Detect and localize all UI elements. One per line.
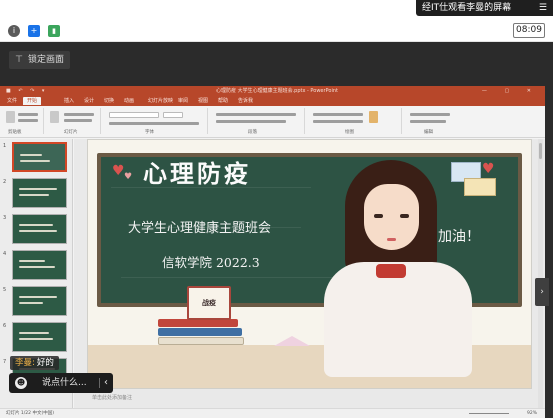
slide-card-badge: 战疫 (187, 286, 231, 320)
menu-icon[interactable]: ☰ (539, 0, 547, 16)
quick-access-icons[interactable]: ■ ↶ ↷ ▾ (6, 86, 47, 96)
ribbon-group-label: 字体 (145, 130, 154, 135)
signal-icon[interactable]: ▮ (48, 25, 60, 37)
illustration-shirt (324, 262, 472, 377)
slide-side-text: 加油！ (438, 229, 480, 245)
ppt-tab-home[interactable]: 开始 (23, 97, 42, 105)
slide-thumbnail[interactable] (12, 322, 67, 352)
thumb-number: 4 (3, 251, 7, 257)
ppt-ribbon: 剪贴板 幻灯片 字体 段落 绘图 编辑 (0, 106, 545, 138)
chevron-left-icon[interactable]: ‹ (104, 373, 108, 393)
ribbon-group-label: 编辑 (424, 130, 433, 135)
status-row: i + ▮ 08:09 (0, 20, 553, 42)
paste-icon[interactable] (6, 111, 15, 123)
heart-icon: ♥ (482, 161, 495, 177)
paper-plane-icon (274, 336, 310, 346)
arrange-icon[interactable] (369, 111, 378, 123)
ppt-tab-transitions[interactable]: 切换 (104, 97, 114, 105)
ribbon-group-label: 段落 (248, 130, 257, 135)
new-slide-icon[interactable] (50, 111, 59, 123)
chat-input-placeholder[interactable]: 说点什么... (42, 373, 87, 393)
ppt-ribbon-tabs: 文件 开始 插入 设计 切换 动画 幻灯片放映 审阅 视图 帮助 告诉我 (0, 96, 545, 106)
slide-thumbnail[interactable] (12, 286, 67, 316)
emoji-icon[interactable]: ☻ (15, 377, 27, 389)
top-bar: 经IT仕观看李曼的屏幕 ☰ (0, 0, 553, 20)
slide-thumbnail[interactable] (12, 214, 67, 244)
powerpoint-window: ■ ↶ ↷ ▾ 心理防疫 大学生心理健康主题班会.pptx - PowerPoi… (0, 86, 545, 418)
slide-subtitle: 大学生心理健康主题班会 (128, 221, 272, 236)
ppt-tab-animations[interactable]: 动画 (124, 97, 134, 105)
chat-sender: 李曼: (15, 358, 35, 368)
time-display: 08:09 (513, 23, 545, 38)
screen-share-notice: 经IT仕观看李曼的屏幕 ☰ (416, 0, 553, 16)
window-controls[interactable]: — ▢ ✕ (482, 86, 539, 96)
screen-share-notice-text: 经IT仕观看李曼的屏幕 (422, 3, 512, 13)
ppt-window-title: 心理防疫 大学生心理健康主题班会.pptx - PowerPoint (216, 88, 338, 94)
slide-thumbnail[interactable] (12, 178, 67, 208)
slide-thumbnail[interactable] (12, 250, 67, 280)
expand-panel-button[interactable]: › (535, 278, 549, 306)
pin-icon: ⊤ (15, 55, 23, 65)
heart-icon: ♥ (124, 172, 133, 182)
illustration-eye (374, 214, 383, 218)
ppt-tab-design[interactable]: 设计 (84, 97, 94, 105)
ribbon-group-label: 幻灯片 (64, 130, 78, 135)
ribbon-group-font: 字体 (103, 108, 208, 135)
heart-icon: ♥ (112, 163, 125, 179)
meeting-area: ⊤ 锁定画面 ■ ↶ ↷ ▾ 心理防疫 大学生心理健康主题班会.pptx - Po… (0, 42, 553, 418)
thumb-number: 6 (3, 323, 7, 329)
thumb-number: 7 (3, 359, 7, 365)
thumb-number: 1 (3, 143, 7, 149)
vertical-scrollbar[interactable] (538, 139, 543, 408)
chat-last-message: 李曼: 好的 (10, 356, 59, 370)
ribbon-group-paragraph: 段落 (210, 108, 305, 135)
ppt-tab-help[interactable]: 帮助 (218, 97, 228, 105)
slide-org-date: 信软学院 2022.3 (162, 255, 260, 270)
ppt-tab-review[interactable]: 审阅 (178, 97, 188, 105)
screen: 经IT仕观看李曼的屏幕 ☰ i + ▮ 08:09 ⊤ 锁定画面 ■ ↶ ↷ ▾ … (0, 0, 553, 418)
current-slide[interactable]: ♥ ♥ ♥ 心理防疫 大学生心理健康主题班会 信软学院 2022.3 加油！ 战… (87, 139, 532, 389)
illustration-mouth (387, 238, 396, 241)
illustration-books (158, 317, 244, 347)
zoom-slider[interactable] (469, 413, 509, 414)
decorative-panel (464, 178, 496, 196)
chat-message-text: 好的 (36, 358, 54, 368)
ppt-title-bar: ■ ↶ ↷ ▾ 心理防疫 大学生心理健康主题班会.pptx - PowerPoi… (0, 86, 545, 96)
thumb-number: 3 (3, 215, 7, 221)
ribbon-group-slides: 幻灯片 (46, 108, 101, 135)
ribbon-group-clipboard: 剪贴板 (2, 108, 44, 135)
ppt-tab-view[interactable]: 视图 (198, 97, 208, 105)
ribbon-group-drawing: 绘图 (307, 108, 402, 135)
ribbon-group-label: 绘图 (345, 130, 354, 135)
slide-thumbnail[interactable] (12, 142, 67, 172)
pin-screen-label: 锁定画面 (28, 55, 65, 65)
slide-editing-area: ♥ ♥ ♥ 心理防疫 大学生心理健康主题班会 信软学院 2022.3 加油！ 战… (74, 139, 545, 408)
illustration-bow (376, 264, 406, 278)
ppt-tab-insert[interactable]: 插入 (64, 97, 74, 105)
ppt-tab-tellme[interactable]: 告诉我 (238, 97, 253, 105)
ppt-status-bar: 幻灯片 1/22 中文(中国) 92% (0, 408, 545, 418)
notes-area[interactable]: 单击此处添加备注 (87, 391, 532, 405)
status-zoom[interactable]: 92% (527, 409, 537, 418)
slide-title: 心理防疫 (143, 159, 251, 188)
ribbon-group-editing: 编辑 (404, 108, 464, 135)
chat-input-bar[interactable]: ☻ 说点什么... ‹ (9, 373, 113, 393)
illustration-eye (400, 214, 409, 218)
shield-plus-icon[interactable]: + (28, 25, 40, 37)
info-icon[interactable]: i (8, 25, 20, 37)
ppt-tab-slideshow[interactable]: 幻灯片放映 (148, 97, 173, 105)
pin-screen-button[interactable]: ⊤ 锁定画面 (9, 51, 71, 69)
thumb-number: 5 (3, 287, 7, 293)
ppt-tab-file[interactable]: 文件 (7, 97, 17, 105)
thumb-number: 2 (3, 179, 7, 185)
ribbon-group-label: 剪贴板 (8, 130, 22, 135)
status-slide-info: 幻灯片 1/22 中文(中国) (6, 411, 54, 416)
